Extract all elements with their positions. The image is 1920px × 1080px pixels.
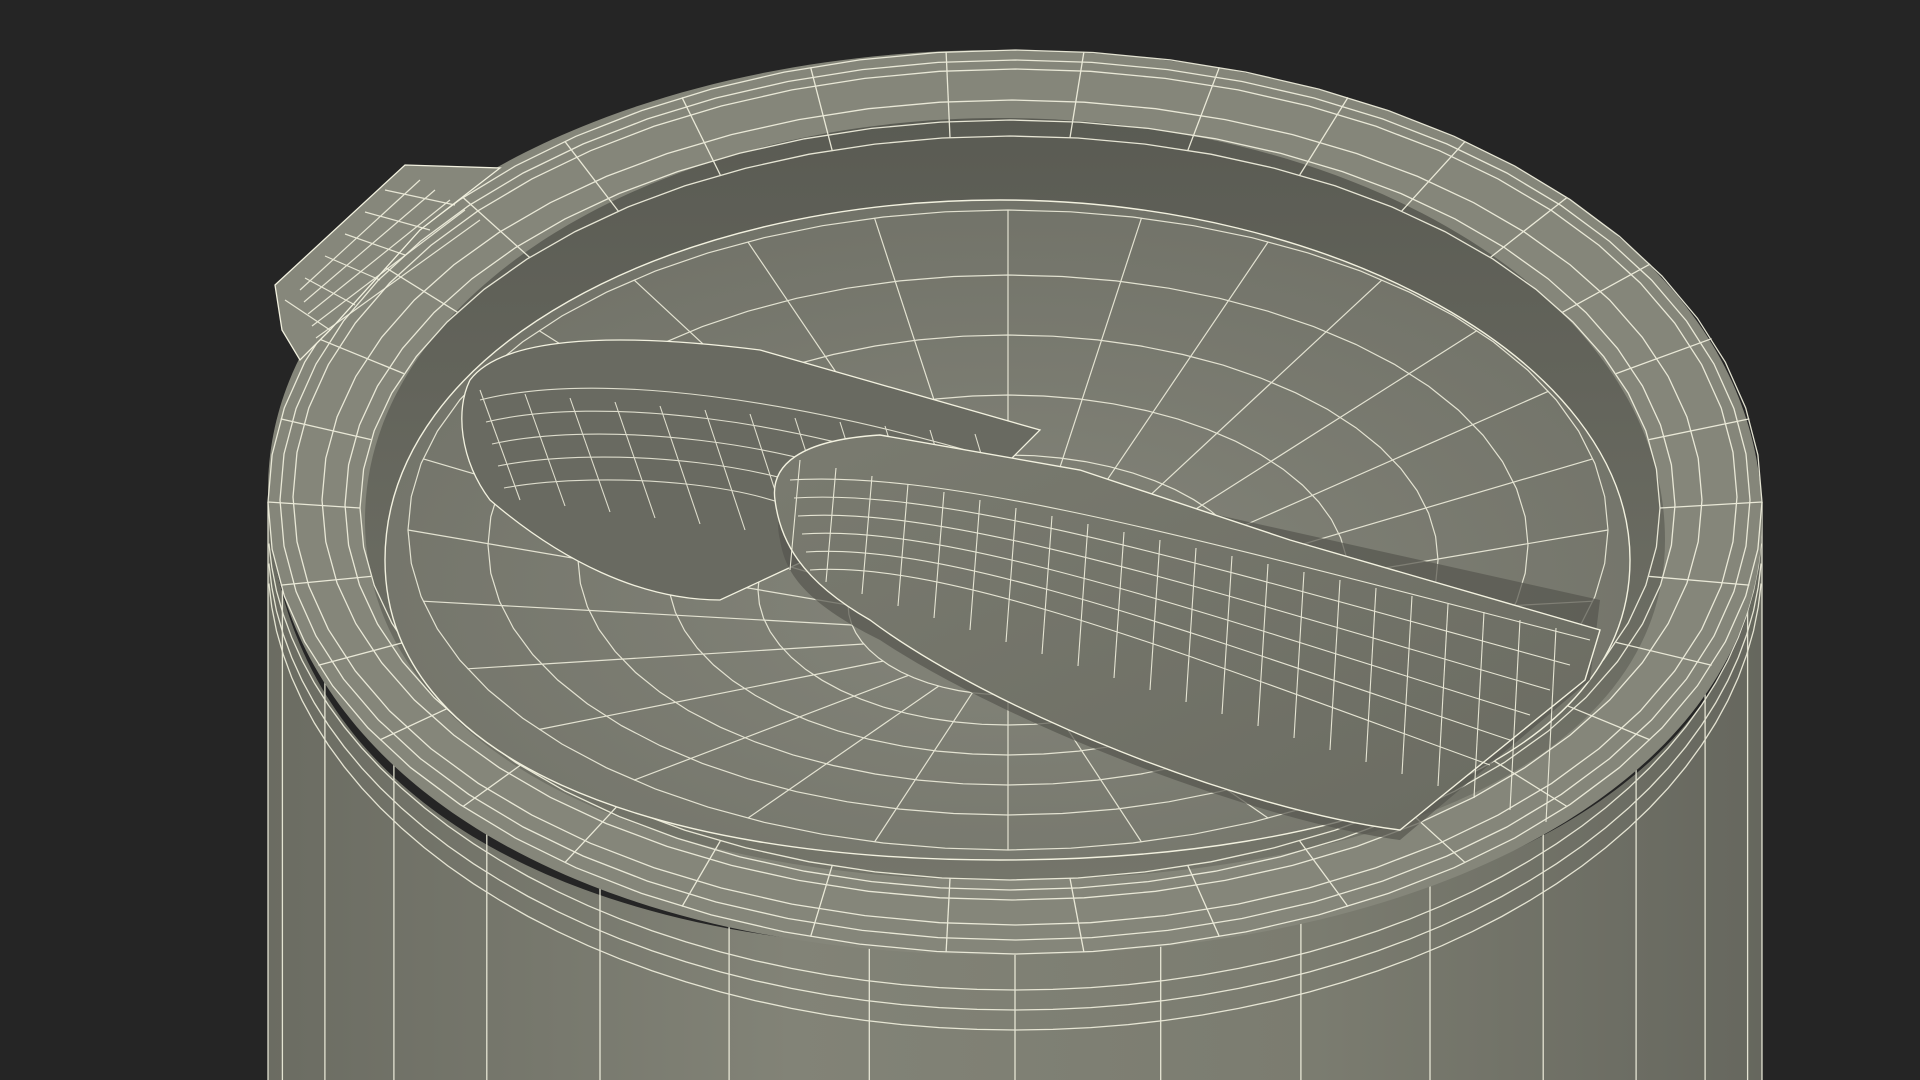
- wireframe-mug-lid-render: [267, 49, 1763, 1080]
- viewport-render: [0, 0, 1920, 1080]
